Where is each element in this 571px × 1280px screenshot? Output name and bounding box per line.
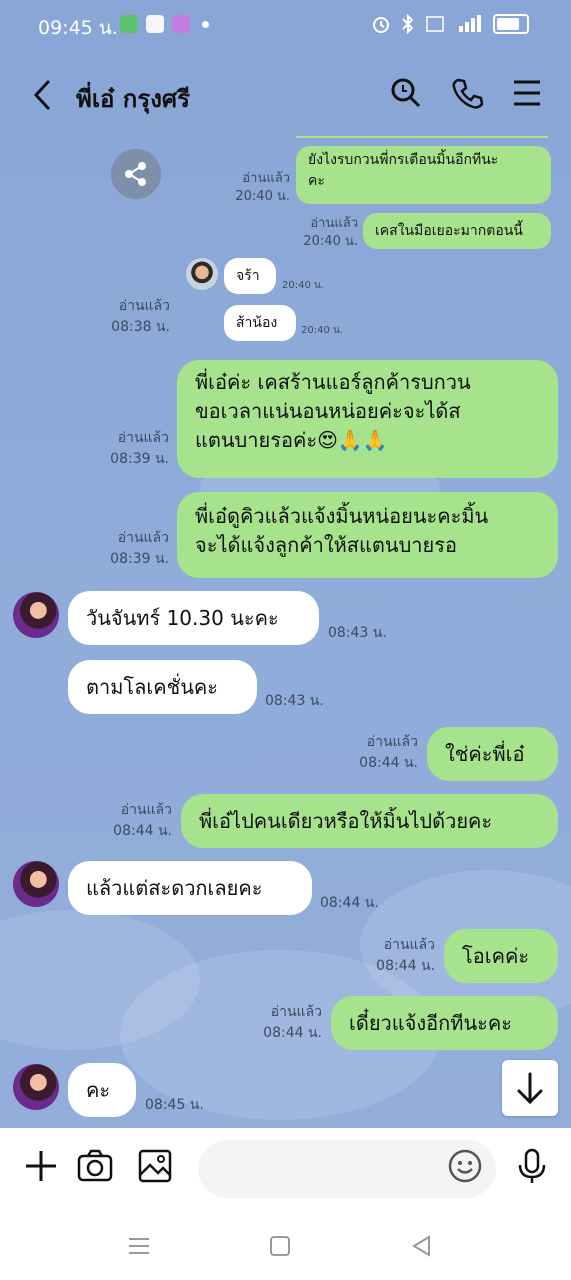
emoji-icon[interactable]	[447, 1148, 483, 1184]
read-receipt: อ่านแล้ว 08:44 น.	[376, 937, 435, 974]
read-receipt: อ่านแล้ว 08:39 น.	[110, 530, 169, 567]
message-bubble-outgoing[interactable]: พี่เอ๋ค่ะ เคสร้านแอร์ลูกค้ารบกวน ขอเวลาแน…	[177, 360, 558, 478]
message-bubble-outgoing[interactable]: เดี๋ยวแจ้งอีกทีนะคะ	[331, 996, 558, 1050]
status-time: 09:45 น.	[38, 17, 118, 39]
bluetooth-icon	[402, 14, 414, 34]
message-bubble-outgoing[interactable]: เคสในมือเยอะมากตอนนี้	[363, 213, 551, 249]
read-receipt: อ่านแล้ว 08:44 น.	[263, 1004, 322, 1041]
menu-icon[interactable]	[510, 76, 544, 110]
message-bubble-incoming[interactable]: คะ	[68, 1063, 136, 1117]
plus-icon[interactable]	[23, 1148, 59, 1184]
contact-avatar[interactable]	[13, 1064, 59, 1110]
message-bubble-outgoing[interactable]: โอเคค่ะ	[444, 929, 558, 983]
scroll-to-bottom-button[interactable]	[502, 1060, 558, 1116]
signal-icon	[459, 15, 481, 32]
more-notifications-icon	[202, 20, 209, 28]
status-indicators	[371, 14, 529, 34]
message-bubble-incoming[interactable]: แล้วแต่สะดวกเลยคะ	[68, 861, 312, 915]
message-bubble-outgoing[interactable]: ใช่ค่ะพี่เอ๋	[427, 727, 558, 781]
previous-bubble-edge	[296, 136, 548, 138]
app-notification-icon	[120, 15, 138, 33]
read-receipt: อ่านแล้ว 08:44 น.	[359, 734, 418, 771]
message-bubble-outgoing[interactable]: พี่เอ๋ไปคนเดียวหรือให้มิ้นไปด้วยคะ	[181, 794, 558, 848]
share-icon	[125, 162, 146, 186]
message-bubble-incoming[interactable]: วันจันทร์ 10.30 นะคะ	[68, 591, 319, 645]
volte-icon	[426, 16, 444, 32]
phone-icon[interactable]	[450, 76, 484, 110]
contact-avatar[interactable]	[186, 258, 218, 290]
camera-icon[interactable]	[77, 1148, 113, 1184]
system-nav-bar	[0, 1210, 571, 1280]
message-time: 08:45 น.	[145, 1097, 204, 1113]
battery-icon	[493, 14, 529, 34]
home-icon[interactable]	[268, 1234, 292, 1258]
arrow-down-icon	[517, 1072, 543, 1105]
message-time: 20:40 น.	[301, 325, 344, 336]
message-time: 08:44 น.	[320, 895, 379, 911]
notification-icons	[120, 15, 209, 33]
message-bubble-incoming[interactable]: จร้า	[224, 258, 276, 294]
read-receipt: อ่านแล้ว 08:44 น.	[113, 802, 172, 839]
image-icon[interactable]	[137, 1148, 173, 1184]
status-bar: 09:45 น.	[0, 0, 571, 50]
chat-area[interactable]: พี่เอ๋ กรุงศรี อ่านแล้ว 20:40 น. ยังไงรบก…	[0, 50, 571, 1128]
contact-avatar[interactable]	[13, 592, 59, 638]
message-input-bar	[0, 1128, 571, 1210]
youtube-icon	[146, 15, 164, 33]
share-button[interactable]	[111, 149, 161, 199]
message-time: 08:43 น.	[265, 693, 324, 709]
chat-header: พี่เอ๋ กรุงศรี	[0, 50, 571, 140]
chat-title: พี่เอ๋ กรุงศรี	[76, 85, 191, 113]
alarm-icon	[373, 17, 389, 33]
contact-avatar[interactable]	[13, 861, 59, 907]
read-receipt: อ่านแล้ว 08:39 น.	[110, 430, 169, 467]
message-bubble-outgoing[interactable]: พี่เอ๋ดูคิวแล้วแจ้งมิ้นหน่อยนะคะมิ้น จะได…	[177, 492, 558, 578]
read-receipt: อ่านแล้ว 08:38 น.	[111, 298, 170, 335]
read-receipt: อ่านแล้ว 20:40 น.	[235, 171, 290, 204]
back-icon[interactable]	[409, 1234, 433, 1258]
read-receipt: อ่านแล้ว 20:40 น.	[303, 216, 358, 249]
message-bubble-incoming[interactable]: ตามโลเคชั่นคะ	[68, 660, 257, 714]
recent-apps-icon[interactable]	[127, 1234, 151, 1258]
message-time: 20:40 น.	[282, 280, 325, 291]
search-icon[interactable]	[389, 76, 423, 110]
app-notification-icon	[172, 15, 190, 33]
back-arrow-icon[interactable]	[28, 78, 56, 112]
message-bubble-incoming[interactable]: ส้าน้อง	[224, 305, 296, 341]
message-time: 08:43 น.	[328, 625, 387, 641]
message-bubble-outgoing[interactable]: ยังไงรบกวนพี่กรเตือนมิ้นอีกทีนะ คะ	[296, 146, 551, 204]
microphone-icon[interactable]	[514, 1148, 550, 1184]
